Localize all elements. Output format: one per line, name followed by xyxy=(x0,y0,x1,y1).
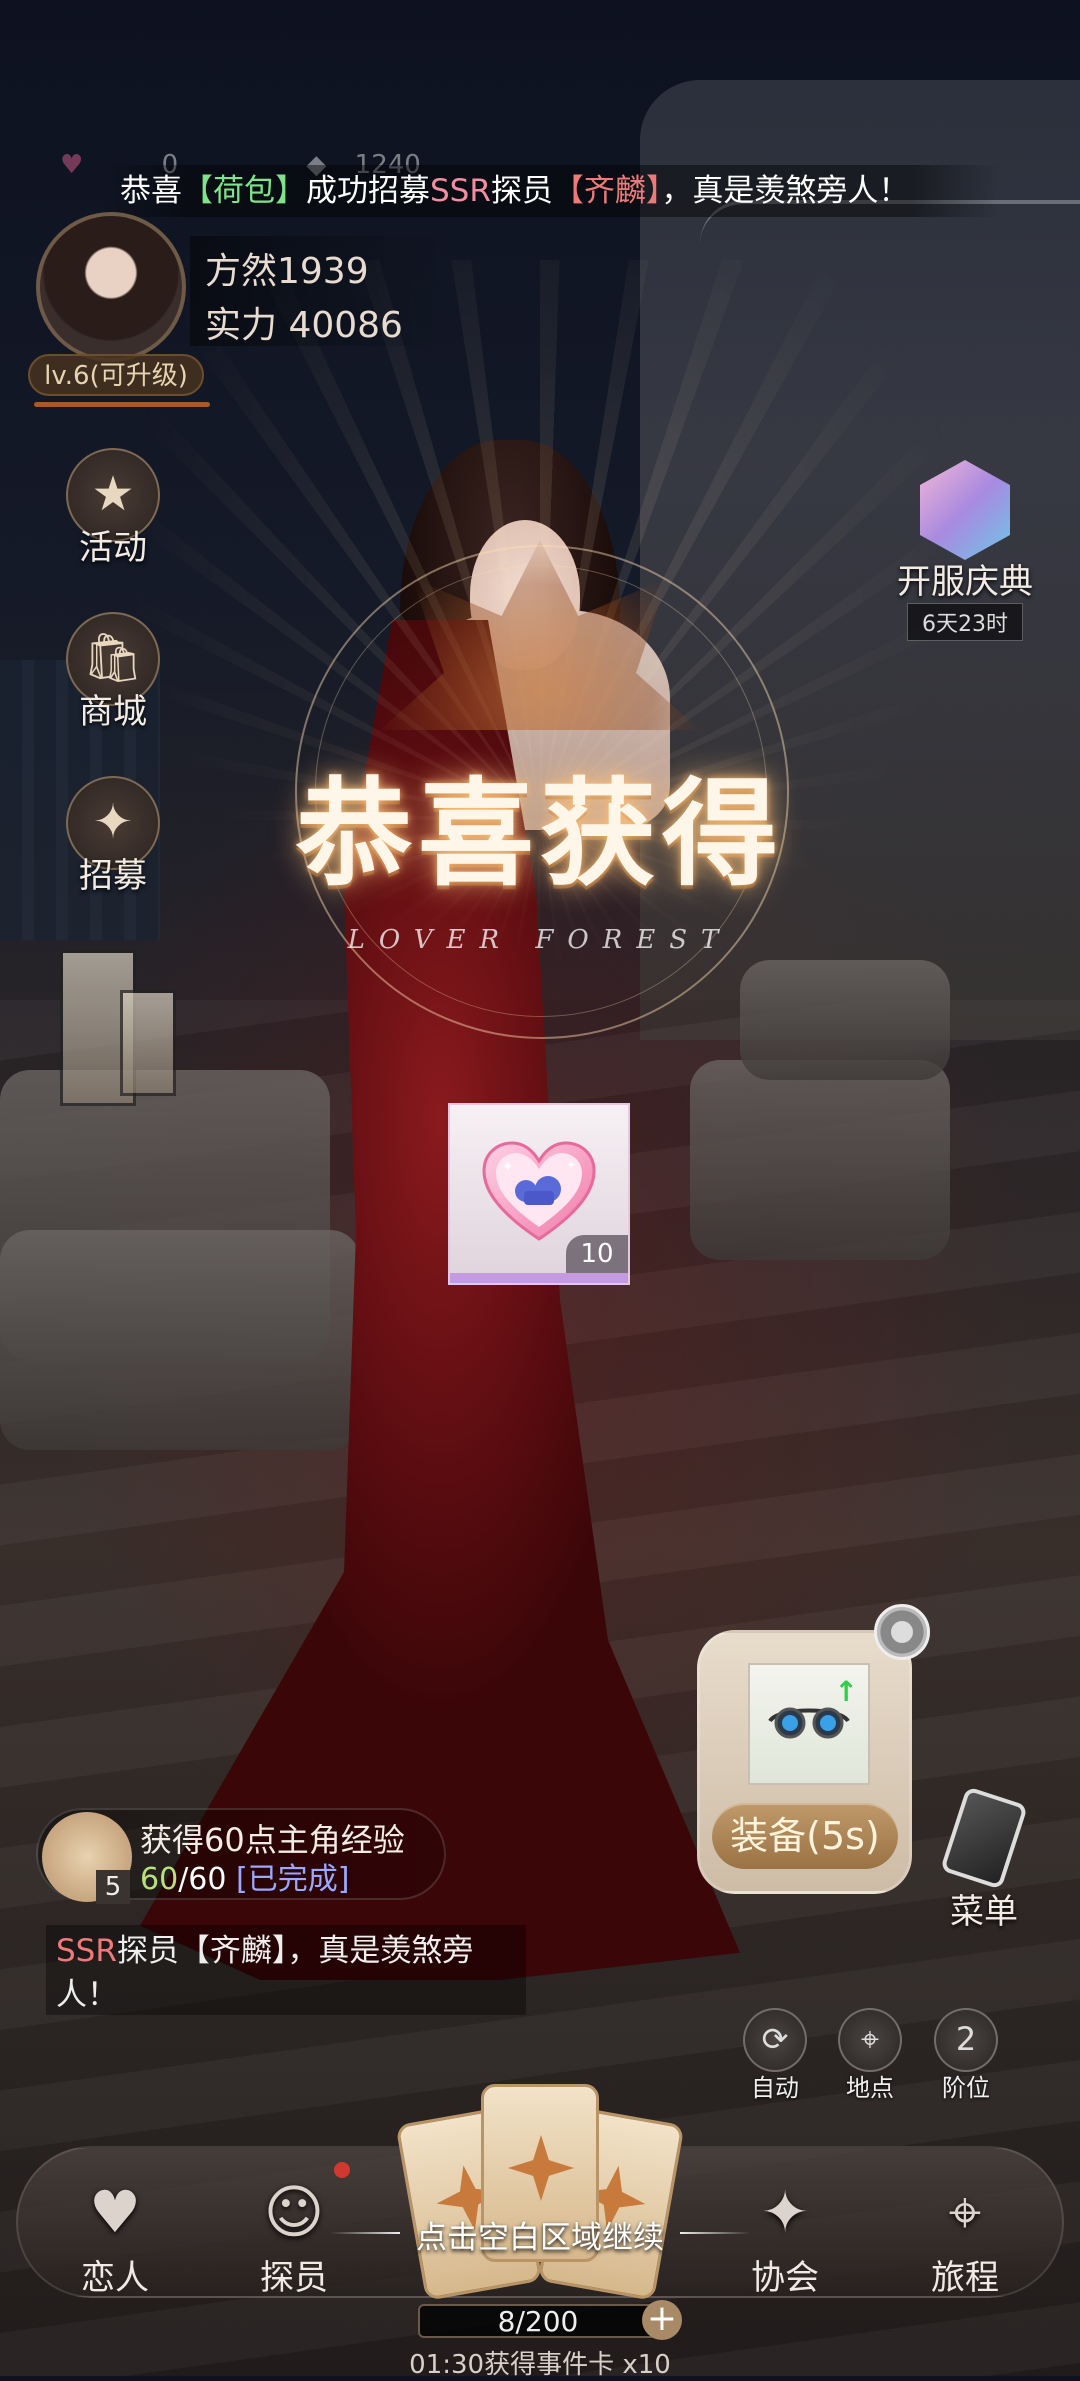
gem-icon xyxy=(920,460,1010,560)
menu-label: 菜单 xyxy=(950,1892,1018,1932)
card-emblem-icon xyxy=(508,2135,574,2201)
armchair-left xyxy=(0,1230,360,1450)
notification-dot xyxy=(334,2162,350,2178)
level-progress-line xyxy=(34,402,210,407)
equip-popup: ↑ 装备(5s) xyxy=(697,1630,912,1894)
player-power: 实力 40086 xyxy=(205,305,403,346)
marquee-suffix: ，真是羡煞旁人！ xyxy=(661,173,910,209)
add-cards-button[interactable]: + xyxy=(642,2300,682,2340)
rank-button[interactable]: 2 阶位 xyxy=(927,2008,1005,2103)
nav-agent-label: 探员 xyxy=(260,2258,328,2298)
marquee-player: 【荷包】 xyxy=(182,173,306,209)
nav-journey-label: 旅程 xyxy=(931,2258,999,2298)
quest-progress-current: 60 xyxy=(140,1862,179,1897)
event-card-counter: 8/200 xyxy=(418,2304,658,2338)
player-avatar[interactable] xyxy=(36,212,186,362)
side-activity-label: 活动 xyxy=(79,528,147,568)
player-name: 方然1939 xyxy=(205,251,369,292)
nav-association-label: 协会 xyxy=(751,2258,819,2298)
marquee-prefix: 恭喜 xyxy=(120,173,182,209)
quest-status: [已完成] xyxy=(236,1862,350,1897)
marquee-hero: 【齐麟】 xyxy=(552,173,662,209)
marquee-role: 探员 xyxy=(490,173,553,209)
location-label: 地点 xyxy=(846,2074,894,2102)
player-level-badge[interactable]: lv.6(可升级) xyxy=(28,354,204,396)
heart-currency-icon: ♥ xyxy=(60,150,84,180)
quest-progress-total: /60 xyxy=(178,1862,227,1897)
server-launch-event-button[interactable]: 开服庆典 6天23时 xyxy=(890,460,1040,641)
chat-text-line2: 人！ xyxy=(56,1977,118,2013)
location-button[interactable]: ⌖ 地点 xyxy=(831,2008,909,2103)
side-shop-label: 商城 xyxy=(79,692,147,732)
marquee-middle: 成功招募 xyxy=(306,173,430,209)
side-recruit-button[interactable]: ✦ 招募 xyxy=(58,776,168,897)
armchair-right xyxy=(690,1060,950,1260)
side-shop-button[interactable]: 🛍 商城 xyxy=(58,612,168,733)
event-label: 开服庆典 xyxy=(897,562,1033,602)
quest-badge: 5 xyxy=(96,1870,130,1904)
reward-quantity: 10 xyxy=(566,1235,628,1273)
side-recruit-label: 招募 xyxy=(79,856,147,896)
chat-rarity: SSR xyxy=(56,1933,117,1969)
auto-button[interactable]: ⟳ 自动 xyxy=(736,2008,814,2103)
map-pin-icon: ⌖ xyxy=(838,2008,902,2072)
auto-label: 自动 xyxy=(751,2074,799,2102)
reward-subtitle: LOVER FOREST xyxy=(347,925,733,955)
tap-to-continue[interactable]: 点击空白区域继续 xyxy=(0,2212,1080,2257)
svg-text:✦: ✦ xyxy=(502,1159,514,1175)
marquee-rarity: SSR xyxy=(430,173,491,209)
event-card-timer: 01:30获得事件卡 x10 xyxy=(409,2350,671,2380)
announcement-marquee: 恭喜【荷包】成功招募SSR探员【齐麟】，真是羡煞旁人！ xyxy=(100,165,1000,217)
close-icon[interactable] xyxy=(874,1604,930,1660)
rank-icon: 2 xyxy=(934,2008,998,2072)
goggles-icon xyxy=(768,1707,850,1739)
rarity-bar xyxy=(450,1273,628,1283)
quest-progress: 60/60 [已完成] xyxy=(140,1854,349,1898)
equip-button[interactable]: 装备(5s) xyxy=(712,1803,898,1869)
upgrade-arrow-icon: ↑ xyxy=(834,1675,858,1708)
chat-text-line1: 探员【齐麟】，真是羡煞旁 xyxy=(116,1933,474,1969)
refresh-icon: ⟳ xyxy=(743,2008,807,2072)
equip-item-slot[interactable]: ↑ xyxy=(748,1663,870,1785)
heart-badge-icon: ✦ ✦ xyxy=(482,1141,596,1241)
svg-text:✦: ✦ xyxy=(566,1158,576,1172)
chat-message[interactable]: SSR探员【齐麟】，真是羡煞旁 人！ xyxy=(46,1925,526,2015)
event-timer: 6天23时 xyxy=(907,603,1023,641)
reward-item[interactable]: ✦ ✦ 10 xyxy=(448,1103,630,1285)
rank-label: 阶位 xyxy=(942,2074,990,2102)
side-activity-button[interactable]: ★ 活动 xyxy=(58,448,168,569)
nav-lover-label: 恋人 xyxy=(81,2258,149,2298)
